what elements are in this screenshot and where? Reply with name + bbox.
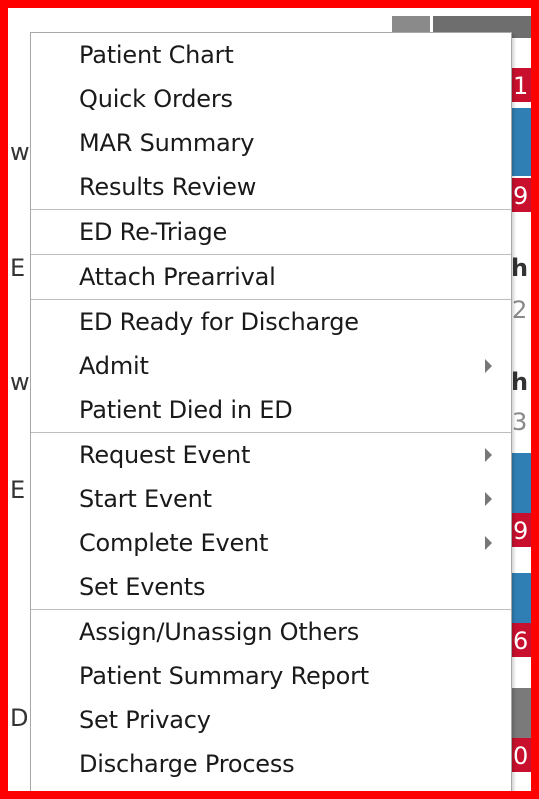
menu-item-label: Quick Orders — [79, 85, 233, 113]
menu-item-quick-orders[interactable]: Quick Orders — [31, 77, 511, 121]
bg-text-fragment: 2 — [512, 296, 528, 324]
submenu-arrow-icon — [485, 536, 492, 550]
menu-group: Assign/Unassign Others Patient Summary Re… — [31, 610, 511, 786]
bg-text-fragment: h — [511, 254, 529, 282]
menu-item-label: Set Events — [79, 573, 206, 601]
bg-text-fragment: 9 — [513, 182, 529, 210]
menu-item-label: Patient Chart — [79, 41, 234, 69]
menu-item-set-privacy[interactable]: Set Privacy — [31, 698, 511, 742]
menu-item-label: ED Re-Triage — [79, 218, 228, 246]
bg-text-fragment: 3 — [512, 408, 528, 436]
menu-item-mar-summary[interactable]: MAR Summary — [31, 121, 511, 165]
menu-item-label: Set Privacy — [79, 706, 211, 734]
menu-item-start-event[interactable]: Start Event — [31, 477, 511, 521]
menu-item-label: Results Review — [79, 173, 257, 201]
menu-group: Attach Prearrival — [31, 255, 511, 300]
bg-text-fragment: D — [10, 704, 29, 732]
bg-text-fragment: E — [10, 254, 26, 282]
menu-item-results-review[interactable]: Results Review — [31, 165, 511, 209]
bg-text-fragment: w — [10, 368, 30, 396]
bg-text-fragment: 1 — [513, 72, 529, 100]
menu-group: Request Event Start Event Complete Event Se… — [31, 433, 511, 610]
menu-item-request-event[interactable]: Request Event — [31, 433, 511, 477]
menu-item-label: Assign/Unassign Others — [79, 618, 360, 646]
menu-item-label: Discharge Process — [79, 750, 295, 778]
bg-text-fragment: h — [511, 368, 529, 396]
submenu-arrow-icon — [485, 492, 492, 506]
menu-item-ed-ready-for-discharge[interactable]: ED Ready for Discharge — [31, 300, 511, 344]
menu-item-patient-died-in-ed[interactable]: Patient Died in ED — [31, 388, 511, 432]
menu-item-admit[interactable]: Admit — [31, 344, 511, 388]
submenu-arrow-icon — [485, 359, 492, 373]
menu-item-attach-prearrival[interactable]: Attach Prearrival — [31, 255, 511, 299]
menu-item-label: Request Event — [79, 441, 251, 469]
menu-item-patient-chart[interactable]: Patient Chart — [31, 33, 511, 77]
menu-item-set-events[interactable]: Set Events — [31, 565, 511, 609]
bg-text-fragment: 6 — [513, 627, 529, 655]
bg-text-fragment: 9 — [513, 517, 529, 545]
menu-group: ED Ready for Discharge Admit Patient Died … — [31, 300, 511, 433]
menu-item-assign-unassign-others[interactable]: Assign/Unassign Others — [31, 610, 511, 654]
menu-item-label: MAR Summary — [79, 129, 255, 157]
menu-item-discharge-process[interactable]: Discharge Process — [31, 742, 511, 786]
menu-item-patient-summary-report[interactable]: Patient Summary Report — [31, 654, 511, 698]
bg-text-fragment: w — [10, 138, 30, 166]
bg-text-fragment: 0 — [513, 742, 529, 770]
menu-group: ED Re-Triage — [31, 210, 511, 255]
menu-item-complete-event[interactable]: Complete Event — [31, 521, 511, 565]
menu-item-label: Admit — [79, 352, 149, 380]
patient-context-menu: Patient Chart Quick Orders MAR Summary Resu… — [30, 32, 512, 799]
menu-item-label: Start Event — [79, 485, 212, 513]
menu-item-label: Complete Event — [79, 529, 269, 557]
menu-item-label: Patient Summary Report — [79, 662, 369, 690]
menu-item-label: Patient Died in ED — [79, 396, 293, 424]
menu-item-ed-re-triage[interactable]: ED Re-Triage — [31, 210, 511, 254]
menu-group: Patient Chart Quick Orders MAR Summary Resu… — [31, 33, 511, 210]
submenu-arrow-icon — [485, 448, 492, 462]
menu-item-label: ED Ready for Discharge — [79, 308, 359, 336]
bg-text-fragment: E — [10, 476, 26, 504]
menu-item-label: Attach Prearrival — [79, 263, 276, 291]
